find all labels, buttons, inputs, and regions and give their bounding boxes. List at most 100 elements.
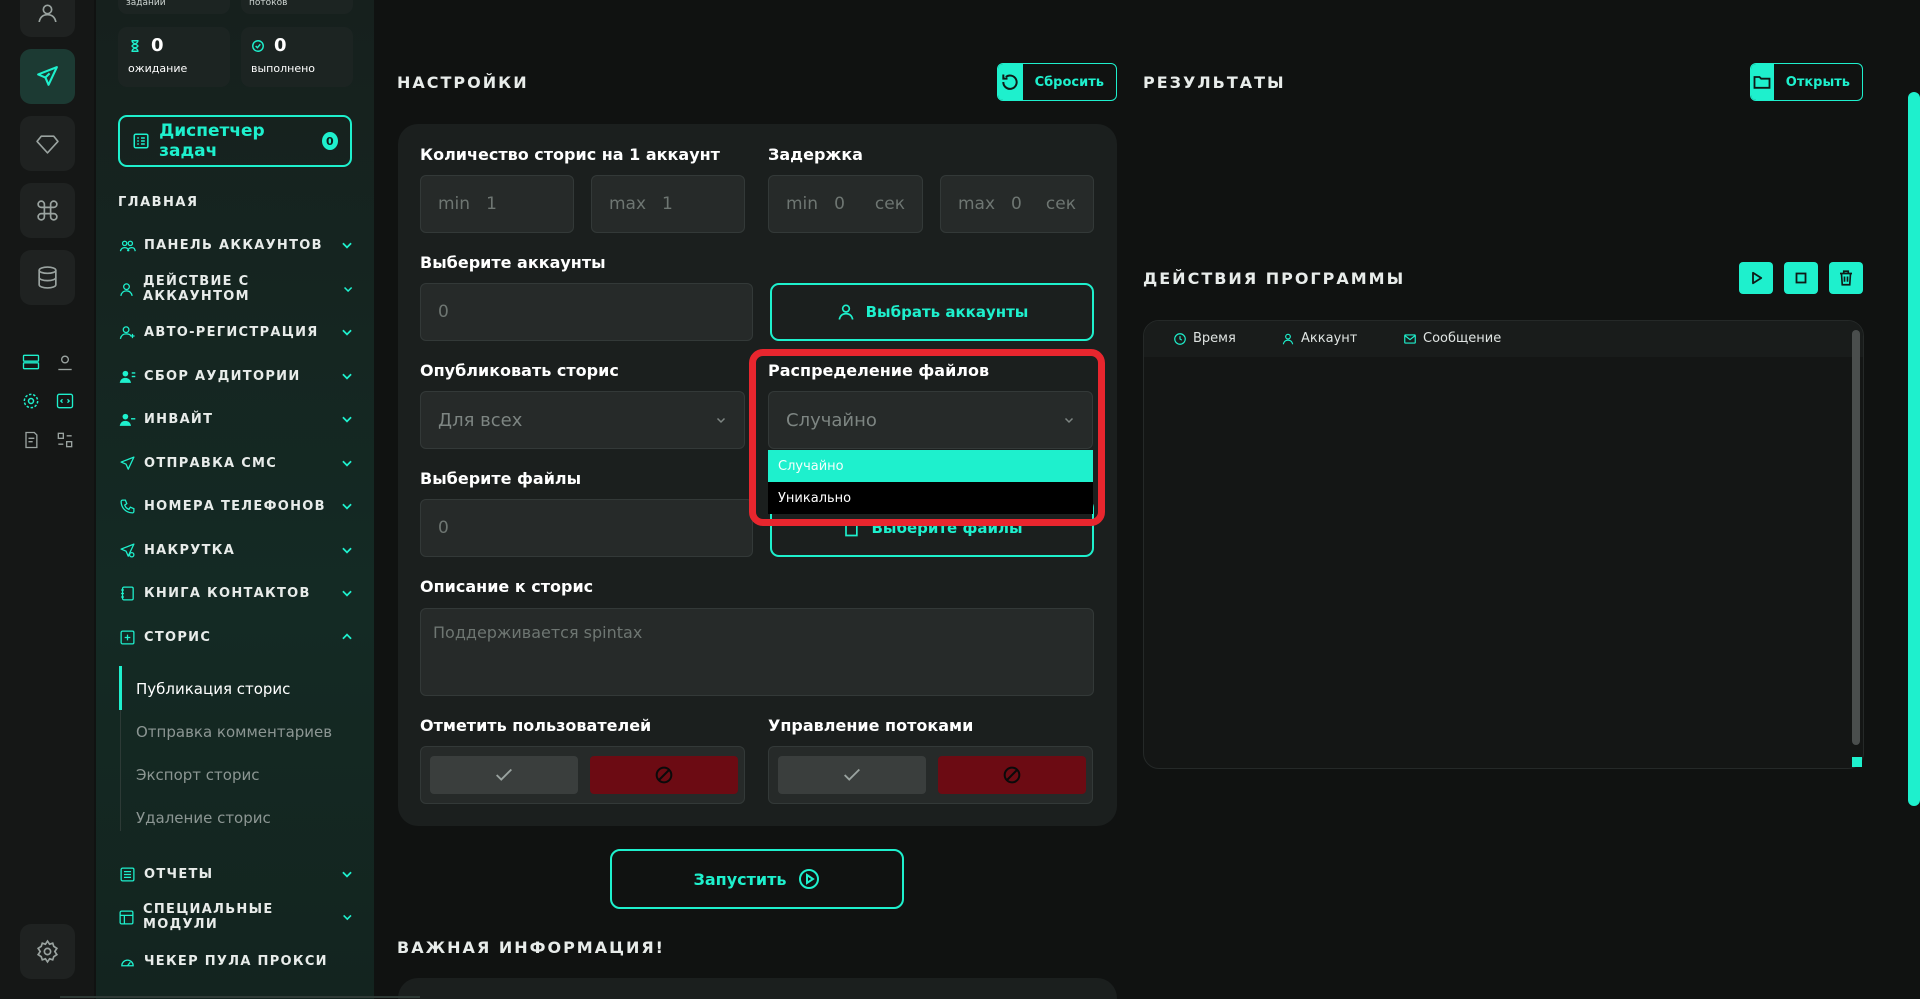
delay-max-input[interactable]: max 0 сек bbox=[940, 175, 1094, 233]
stat-waiting: 0 ожидание bbox=[118, 27, 230, 87]
play-button[interactable] bbox=[1739, 262, 1773, 294]
book-icon bbox=[120, 585, 134, 601]
sidebar-item-phone-numbers[interactable]: НОМЕРА ТЕЛЕФОНОВ bbox=[118, 495, 354, 517]
sidebar: заданий потоков 0 ожидание 0 выполнено Д… bbox=[96, 0, 374, 999]
results-title: РЕЗУЛЬТАТЫ bbox=[1143, 73, 1286, 92]
submenu-item-export-stories[interactable]: Экспорт сторис bbox=[136, 766, 259, 784]
rail-send-button[interactable] bbox=[20, 49, 75, 104]
hourglass-icon bbox=[131, 39, 139, 52]
chevron-down-icon bbox=[342, 547, 352, 554]
stories-max-input[interactable]: max 1 bbox=[591, 175, 745, 233]
clear-log-button[interactable] bbox=[1829, 262, 1863, 294]
mark-users-disable[interactable] bbox=[590, 756, 738, 794]
log-resize-handle[interactable] bbox=[1852, 757, 1862, 767]
page-scrollbar[interactable] bbox=[1908, 92, 1920, 806]
actions-log: Время Аккаунт Сообщение bbox=[1143, 320, 1864, 769]
sidebar-item-label: СБОР АУДИТОРИИ bbox=[144, 368, 301, 384]
description-textarea[interactable]: Поддерживается spintax bbox=[420, 608, 1094, 696]
log-scrollbar[interactable] bbox=[1852, 330, 1860, 745]
max-prefix: max bbox=[958, 194, 996, 214]
chevron-down-icon bbox=[342, 871, 352, 878]
min-prefix: min bbox=[786, 194, 819, 214]
mini-settings-icon[interactable] bbox=[20, 390, 42, 412]
rail-command-button[interactable] bbox=[20, 183, 75, 238]
publish-label: Опубликовать сторис bbox=[420, 361, 619, 380]
accounts-count-input[interactable]: 0 bbox=[420, 283, 753, 341]
sidebar-item-accounts-panel[interactable]: ПАНЕЛЬ АККАУНТОВ bbox=[118, 234, 354, 256]
sidebar-item-special-modules[interactable]: СПЕЦИАЛЬНЫЕ МОДУЛИ bbox=[118, 902, 354, 932]
bottom-divider bbox=[60, 996, 420, 998]
stop-icon bbox=[1795, 272, 1807, 284]
user-icon bbox=[120, 282, 133, 296]
sidebar-item-boost[interactable]: НАКРУТКА bbox=[118, 539, 354, 561]
sidebar-item-sms[interactable]: ОТПРАВКА СМС bbox=[118, 452, 354, 474]
plus-square-icon bbox=[119, 629, 135, 645]
task-dispatcher-button[interactable]: Диспетчер задач 0 bbox=[118, 115, 352, 167]
submenu-active-indicator bbox=[119, 666, 122, 710]
sidebar-item-reports[interactable]: ОТЧЕТЫ bbox=[118, 863, 354, 885]
accounts-count-value: 0 bbox=[438, 302, 449, 322]
sidebar-item-label: АВТО-РЕГИСТРАЦИЯ bbox=[144, 324, 319, 340]
sidebar-item-stories[interactable]: СТОРИС bbox=[118, 626, 354, 648]
rail-diamond-button[interactable] bbox=[20, 116, 75, 171]
dispatcher-label: Диспетчер задач bbox=[159, 121, 265, 161]
sidebar-item-contacts-book[interactable]: КНИГА КОНТАКТОВ bbox=[118, 582, 354, 604]
sidebar-item-audience[interactable]: СБОР АУДИТОРИИ bbox=[118, 365, 354, 387]
sidebar-item-label: ОТПРАВКА СМС bbox=[144, 455, 278, 471]
delay-min-input[interactable]: min 0 сек bbox=[768, 175, 923, 233]
play-circle-icon bbox=[798, 869, 819, 889]
folder-icon bbox=[1753, 76, 1771, 89]
rail-profile-button[interactable] bbox=[20, 0, 75, 37]
sidebar-item-invite[interactable]: ИНВАЙТ bbox=[118, 408, 354, 430]
sidebar-item-label: КНИГА КОНТАКТОВ bbox=[144, 585, 311, 601]
delay-unit: сек bbox=[874, 194, 905, 214]
stat-tasks-label: заданий bbox=[118, 0, 230, 14]
accounts-label: Выберите аккаунты bbox=[420, 253, 606, 272]
publish-value: Для всех bbox=[438, 409, 523, 431]
sidebar-item-label: ДЕЙСТВИЕ С АККАУНТОМ bbox=[143, 274, 250, 304]
mark-users-toggle bbox=[420, 746, 745, 804]
mini-location-icon[interactable] bbox=[54, 351, 76, 373]
mini-code-icon[interactable] bbox=[54, 390, 76, 412]
stories-count-label: Количество сторис на 1 аккаунт bbox=[420, 145, 720, 164]
settings-title: НАСТРОЙКИ bbox=[397, 73, 529, 92]
actions-title: ДЕЙСТВИЯ ПРОГРАММЫ bbox=[1143, 269, 1406, 288]
rail-database-button[interactable] bbox=[20, 250, 75, 305]
delay-label: Задержка bbox=[768, 145, 863, 164]
mini-doc-icon[interactable] bbox=[20, 429, 42, 451]
diamond-icon bbox=[36, 135, 59, 154]
block-icon bbox=[1003, 766, 1021, 784]
submenu-item-delete-stories[interactable]: Удаление сторис bbox=[136, 809, 271, 827]
sidebar-item-account-action[interactable]: ДЕЙСТВИЕ С АККАУНТОМ bbox=[118, 274, 354, 304]
select-accounts-button[interactable]: Выбрать аккаунты bbox=[770, 283, 1094, 341]
important-info-panel bbox=[398, 978, 1117, 999]
stories-min-input[interactable]: min 1 bbox=[420, 175, 574, 233]
log-column-label: Сообщение bbox=[1423, 331, 1502, 346]
sidebar-item-auto-registration[interactable]: АВТО-РЕГИСТРАЦИЯ bbox=[118, 321, 354, 343]
stat-done-value: 0 bbox=[274, 35, 287, 56]
sidebar-item-label: СТОРИС bbox=[144, 629, 212, 645]
run-button[interactable]: Запустить bbox=[610, 849, 904, 909]
open-results-button[interactable]: Открыть bbox=[1750, 63, 1863, 101]
phone-icon bbox=[119, 498, 135, 514]
send-icon bbox=[119, 455, 135, 470]
submenu-item-send-comments[interactable]: Отправка комментариев bbox=[136, 723, 332, 741]
mini-grid-icon[interactable] bbox=[54, 429, 76, 451]
rail-gear-button[interactable] bbox=[20, 924, 75, 979]
reset-button[interactable]: Сбросить bbox=[997, 63, 1117, 101]
submenu-item-publish-stories[interactable]: Публикация сторис bbox=[136, 680, 290, 698]
chevron-down-icon bbox=[343, 286, 352, 293]
sidebar-item-proxy-checker[interactable]: ЧЕКЕР ПУЛА ПРОКСИ bbox=[118, 950, 354, 972]
files-label: Выберите файлы bbox=[420, 469, 582, 488]
chevron-down-icon bbox=[343, 914, 352, 921]
publish-select[interactable]: Для всех bbox=[420, 391, 745, 449]
threads-enable[interactable] bbox=[778, 756, 926, 794]
stop-button[interactable] bbox=[1784, 262, 1818, 294]
files-count-input[interactable]: 0 bbox=[420, 499, 753, 557]
threads-disable[interactable] bbox=[938, 756, 1086, 794]
mark-users-enable[interactable] bbox=[430, 756, 578, 794]
command-icon bbox=[37, 200, 58, 221]
trash-icon bbox=[1840, 270, 1852, 286]
proxy-icon bbox=[120, 959, 134, 966]
mini-server-icon[interactable] bbox=[20, 351, 42, 373]
